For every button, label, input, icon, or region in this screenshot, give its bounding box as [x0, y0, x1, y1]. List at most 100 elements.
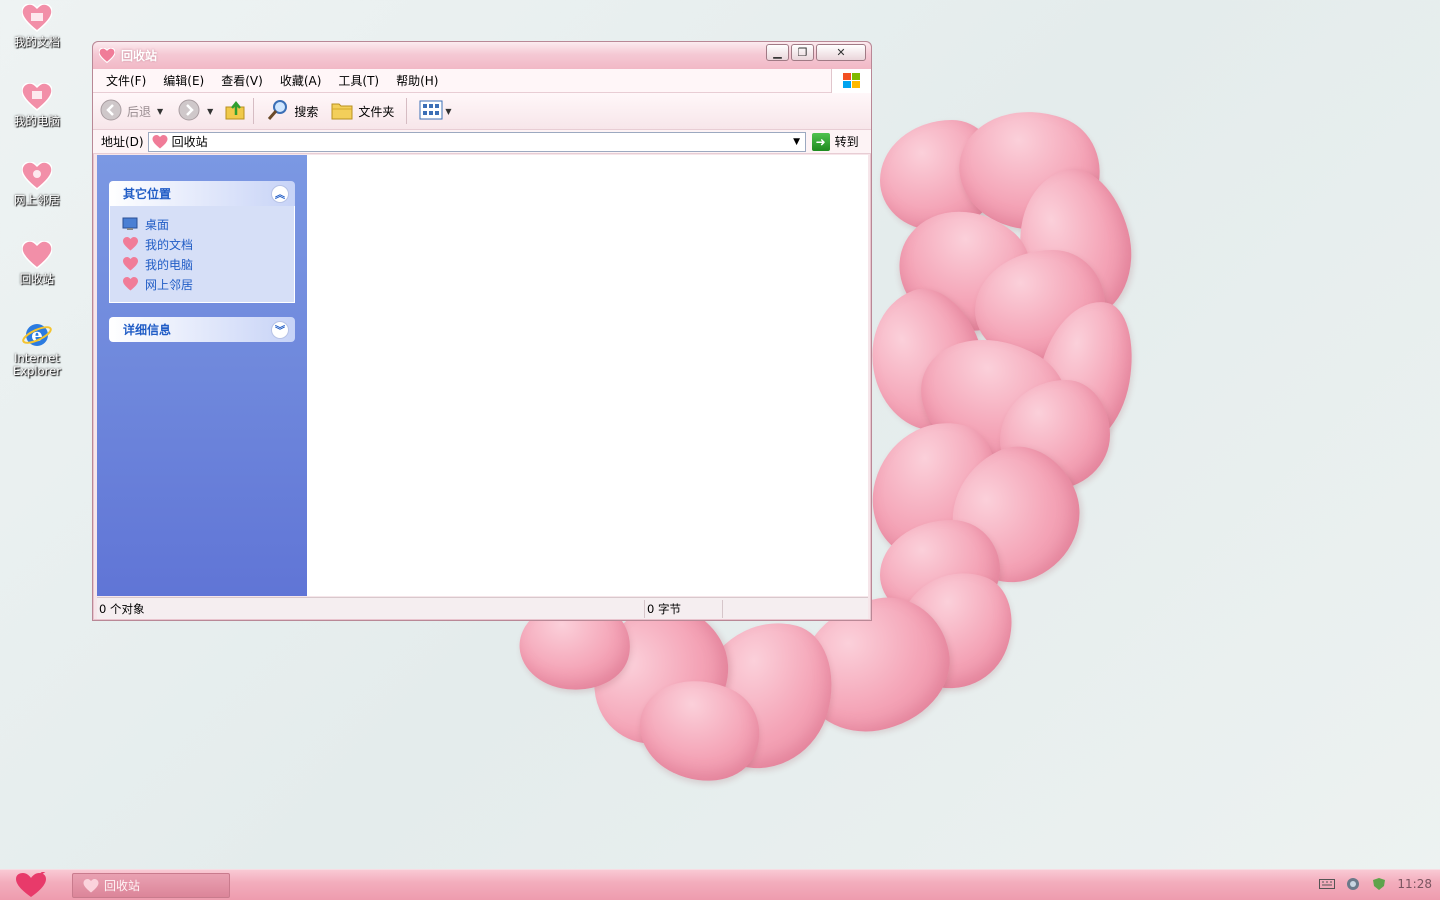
folders-button[interactable]: 文件夹 [330, 99, 394, 124]
windows-logo-icon [831, 69, 871, 93]
view-thumbnails-icon [419, 100, 443, 123]
status-bar: 0 个对象 0 字节 [97, 597, 868, 619]
desktop-icon-label: 我的文档 [14, 35, 60, 49]
menu-view[interactable]: 查看(V) [213, 72, 271, 89]
menu-edit[interactable]: 编辑(E) [155, 72, 212, 89]
minimize-button[interactable]: ▁ [766, 44, 789, 61]
taskbar: 回收站 11:28 [0, 869, 1440, 900]
details-panel: 详细信息 ︾ [109, 317, 295, 342]
heart-envelope-icon [20, 2, 54, 34]
explorer-window: 回收站 ▁ ❐ ✕ 文件(F) 编辑(E) 查看(V) 收藏(A) 工具(T) … [92, 41, 872, 621]
taskbar-item-label: 回收站 [104, 879, 141, 893]
close-button[interactable]: ✕ [816, 44, 866, 61]
link-label: 桌面 [145, 217, 170, 232]
link-label: 网上邻居 [145, 277, 194, 292]
go-button[interactable]: ➜ 转到 [811, 132, 859, 151]
other-places-panel: 其它位置 ︽ 桌面 我的文档 我的电脑 网上邻居 [109, 181, 295, 303]
back-arrow-icon [99, 98, 123, 125]
up-folder-button[interactable] [223, 98, 247, 125]
title-bar[interactable]: 回收站 ▁ ❐ ✕ [93, 42, 871, 69]
menu-help[interactable]: 帮助(H) [388, 72, 446, 89]
back-button[interactable]: 后退 ▼ [99, 98, 163, 125]
start-button[interactable] [12, 869, 50, 900]
ie-icon: e [20, 318, 54, 350]
link-my-documents[interactable]: 我的文档 [122, 234, 294, 254]
task-pane: 其它位置 ︽ 桌面 我的文档 我的电脑 网上邻居 详细信息 ︾ [97, 155, 307, 596]
chevron-down-icon[interactable]: ▼ [157, 107, 163, 116]
panel-title: 详细信息 [123, 323, 172, 337]
desktop-icon-recycle-bin[interactable]: 回收站 [6, 239, 68, 286]
expand-down-icon[interactable]: ︾ [271, 320, 289, 339]
heart-computer-icon [122, 256, 138, 272]
desktop-icon-label: Internet Explorer [13, 351, 61, 378]
link-desktop[interactable]: 桌面 [122, 214, 294, 234]
heart-network-icon [20, 160, 54, 192]
recycle-bin-icon [98, 46, 116, 64]
desktop-icon-label: 回收站 [19, 272, 55, 286]
address-value: 回收站 [171, 135, 208, 149]
content-area: 其它位置 ︽ 桌面 我的文档 我的电脑 网上邻居 详细信息 ︾ [97, 155, 868, 596]
desktop-icon-label: 网上邻居 [14, 193, 60, 207]
views-button[interactable]: ▼ [419, 100, 452, 123]
heart-network-icon [122, 276, 138, 292]
address-bar: 地址(D) 回收站 ▼ ➜ 转到 [93, 130, 871, 154]
minimize-icon: ▁ [773, 46, 782, 59]
toolbar-separator [253, 98, 255, 124]
clock[interactable]: 11:28 [1397, 877, 1432, 891]
forward-button[interactable]: ▼ [177, 98, 213, 125]
restore-icon: ❐ [797, 46, 808, 59]
network-status-icon[interactable] [1345, 876, 1361, 892]
link-label: 我的文档 [145, 237, 194, 252]
desktop-icon [122, 216, 138, 232]
back-label: 后退 [127, 104, 152, 119]
desktop-icon-my-computer[interactable]: 我的电脑 [6, 81, 68, 128]
search-label: 搜索 [294, 104, 319, 119]
keyboard-icon[interactable] [1319, 876, 1336, 892]
taskbar-item-recycle-bin[interactable]: 回收站 [72, 873, 230, 898]
security-shield-icon[interactable] [1371, 876, 1387, 892]
maximize-button[interactable]: ❐ [791, 44, 814, 61]
desktop-icon-network[interactable]: 网上邻居 [6, 160, 68, 207]
link-my-computer[interactable]: 我的电脑 [122, 254, 294, 274]
menu-bar: 文件(F) 编辑(E) 查看(V) 收藏(A) 工具(T) 帮助(H) [93, 69, 871, 93]
menu-tools[interactable]: 工具(T) [330, 72, 387, 89]
status-object-count: 0 个对象 [97, 599, 645, 618]
details-header[interactable]: 详细信息 ︾ [109, 317, 295, 342]
address-dropdown-icon[interactable]: ▼ [789, 133, 805, 151]
address-label: 地址(D) [101, 135, 144, 149]
search-button[interactable]: 搜索 [266, 98, 318, 125]
standard-toolbar: 后退 ▼ ▼ 搜索 文件夹 ▼ [93, 93, 871, 130]
folders-label: 文件夹 [358, 104, 395, 119]
forward-arrow-icon [177, 98, 201, 125]
up-folder-icon [223, 98, 247, 125]
chevron-down-icon[interactable]: ▼ [207, 107, 213, 116]
desktop-icon-label: 我的电脑 [14, 114, 60, 128]
toolbar-separator [406, 98, 408, 124]
heart-computer-icon [20, 81, 54, 113]
close-icon: ✕ [836, 46, 846, 59]
link-network-places[interactable]: 网上邻居 [122, 274, 294, 294]
status-size: 0 字节 [645, 599, 723, 618]
menu-file[interactable]: 文件(F) [98, 72, 154, 89]
search-icon [266, 98, 290, 125]
heart-recycle-icon [20, 239, 54, 271]
heart-start-icon [14, 869, 48, 900]
recycle-bin-icon [152, 134, 168, 149]
desktop-icon-my-documents[interactable]: 我的文档 [6, 2, 68, 49]
collapse-up-icon[interactable]: ︽ [271, 184, 289, 203]
recycle-bin-icon [83, 878, 99, 893]
heart-envelope-icon [122, 236, 138, 252]
address-input[interactable]: 回收站 ▼ [147, 131, 806, 152]
folders-icon [330, 99, 354, 124]
go-arrow-icon: ➜ [811, 132, 830, 151]
desktop-icon-internet-explorer[interactable]: e Internet Explorer [6, 318, 68, 378]
window-title: 回收站 [121, 49, 158, 63]
link-label: 我的电脑 [145, 257, 194, 272]
system-tray: 11:28 [1319, 876, 1432, 892]
file-list-area[interactable] [307, 155, 868, 596]
chevron-down-icon[interactable]: ▼ [445, 107, 451, 116]
menu-favorites[interactable]: 收藏(A) [272, 72, 330, 89]
other-places-header[interactable]: 其它位置 ︽ [109, 181, 295, 206]
status-empty-cell [723, 600, 868, 618]
panel-title: 其它位置 [123, 187, 172, 201]
